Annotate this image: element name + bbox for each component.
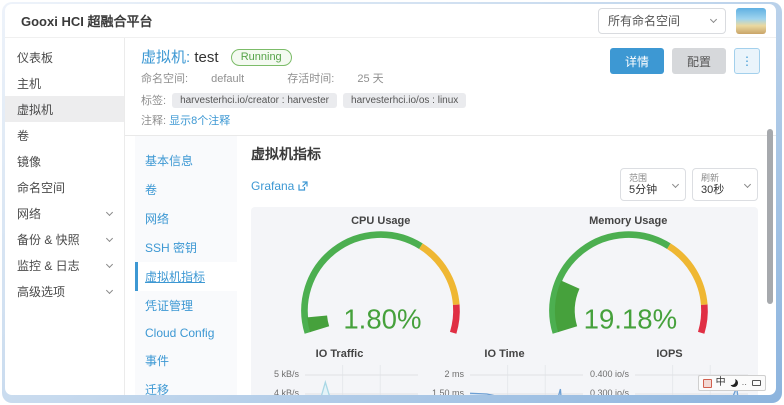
cpu-gauge-chart: 1.80% bbox=[276, 227, 485, 341]
tab-vm-metrics[interactable]: 虚拟机指标 bbox=[135, 262, 237, 291]
tab-credentials[interactable]: 凭证管理 bbox=[135, 291, 237, 320]
app-window: Gooxi HCI 超融合平台 所有命名空间 仪表板 主机 虚拟机 卷 镜像 命… bbox=[5, 4, 776, 395]
sidebar-item-networks[interactable]: 网络 bbox=[5, 200, 124, 226]
sidebar-item-images[interactable]: 镜像 bbox=[5, 148, 124, 174]
more-dots-icon[interactable]: ‥ bbox=[742, 379, 748, 387]
grafana-link[interactable]: Grafana bbox=[251, 179, 308, 193]
details-button[interactable]: 详情 bbox=[610, 48, 664, 74]
tab-ssh-keys[interactable]: SSH 密钥 bbox=[135, 233, 237, 262]
y-axis-tick-label: 0.400 io/s bbox=[590, 369, 629, 379]
namespace-select-value: 所有命名空间 bbox=[608, 12, 680, 29]
window-frame: Gooxi HCI 超融合平台 所有命名空间 仪表板 主机 虚拟机 卷 镜像 命… bbox=[2, 2, 782, 403]
sidebar-item-namespaces[interactable]: 命名空间 bbox=[5, 174, 124, 200]
refresh-value: 30秒 bbox=[701, 184, 741, 197]
iops-y-axis: 0.400 io/s0.300 io/s0.200 io/s bbox=[591, 365, 635, 395]
sidebar-item-virtual-machines[interactable]: 虚拟机 bbox=[5, 96, 124, 122]
more-options-button[interactable]: ⋮ bbox=[734, 48, 760, 74]
chevron-down-icon bbox=[744, 181, 751, 188]
annotations-row: 注释: 显示8个注释 bbox=[141, 112, 760, 128]
io-time-plot bbox=[470, 365, 583, 395]
chinese-mode-icon[interactable]: 中 bbox=[716, 378, 726, 388]
vm-name: test bbox=[194, 49, 218, 66]
memory-gauge-chart: 19.18% bbox=[524, 227, 733, 341]
sidebar-item-volumes[interactable]: 卷 bbox=[5, 122, 124, 148]
status-badge: Running bbox=[231, 49, 292, 66]
y-axis-tick-label: 5 kB/s bbox=[274, 369, 299, 379]
tab-basic-info[interactable]: 基本信息 bbox=[135, 146, 237, 175]
show-annotations-link[interactable]: 显示8个注释 bbox=[169, 115, 230, 127]
y-axis-tick-label: 2 ms bbox=[444, 369, 464, 379]
cpu-usage-gauge: CPU Usage 1.80% bbox=[257, 215, 505, 346]
ime-toolbar[interactable]: 中 ‥ bbox=[698, 375, 766, 391]
vm-detail-header: 虚拟机: test Running 命名空间: default 存活时间: 25… bbox=[125, 38, 776, 136]
keyboard-icon[interactable] bbox=[752, 380, 761, 386]
labels-row: 标签: harvesterhci.io/creator : harvester … bbox=[141, 92, 760, 108]
label-tag: harvesterhci.io/creator : harvester bbox=[172, 93, 337, 108]
metrics-panel: CPU Usage 1.80% Memory Usage 19.18% IO T… bbox=[251, 207, 758, 395]
range-value: 5分钟 bbox=[629, 184, 669, 197]
top-bar: Gooxi HCI 超融合平台 所有命名空间 bbox=[5, 4, 776, 38]
config-button[interactable]: 配置 bbox=[672, 48, 726, 74]
y-axis-tick-label: 4 kB/s bbox=[274, 388, 299, 395]
user-avatar[interactable] bbox=[736, 8, 766, 34]
svg-text:19.18%: 19.18% bbox=[583, 304, 676, 335]
external-link-icon bbox=[298, 181, 308, 191]
range-select[interactable]: 范围 5分钟 bbox=[620, 168, 686, 201]
chevron-down-icon bbox=[106, 234, 113, 241]
namespace-select[interactable]: 所有命名空间 bbox=[598, 8, 726, 34]
y-axis-tick-label: 1.50 ms bbox=[432, 388, 464, 395]
sidebar-item-hosts[interactable]: 主机 bbox=[5, 70, 124, 96]
resource-type-label[interactable]: 虚拟机: bbox=[141, 49, 190, 66]
scrollbar-thumb[interactable] bbox=[767, 129, 773, 304]
memory-usage-gauge: Memory Usage 19.18% bbox=[505, 215, 753, 346]
sidebar: 仪表板 主机 虚拟机 卷 镜像 命名空间 网络 备份 & 快照 监控 & 日志 … bbox=[5, 38, 125, 395]
main-area: 虚拟机: test Running 命名空间: default 存活时间: 25… bbox=[125, 38, 776, 395]
y-axis-tick-label: 0.300 io/s bbox=[590, 388, 629, 395]
chevron-down-icon bbox=[106, 260, 113, 267]
tab-migration[interactable]: 迁移 bbox=[135, 375, 237, 395]
chevron-down-icon bbox=[106, 286, 113, 293]
refresh-select[interactable]: 刷新 30秒 bbox=[692, 168, 758, 201]
sidebar-item-dashboard[interactable]: 仪表板 bbox=[5, 44, 124, 70]
metrics-content: 虚拟机指标 Grafana 范围 5分钟 bbox=[237, 136, 776, 395]
label-tag: harvesterhci.io/os : linux bbox=[343, 93, 466, 108]
chevron-down-icon bbox=[710, 16, 717, 23]
range-label: 范围 bbox=[629, 172, 669, 184]
vm-detail-subnav: 基本信息 卷 网络 SSH 密钥 虚拟机指标 凭证管理 Cloud Config… bbox=[135, 136, 237, 395]
refresh-label: 刷新 bbox=[701, 172, 741, 184]
sidebar-item-advanced[interactable]: 高级选项 bbox=[5, 278, 124, 304]
io-traffic-chart: IO Traffic 5 kB/s4 kB/s3 kB/s bbox=[257, 348, 422, 395]
ellipsis-icon: ⋮ bbox=[741, 54, 753, 68]
tab-cloud-config[interactable]: Cloud Config bbox=[135, 320, 237, 346]
io-traffic-y-axis: 5 kB/s4 kB/s3 kB/s bbox=[261, 365, 305, 395]
chevron-down-icon bbox=[106, 208, 113, 215]
tab-volumes[interactable]: 卷 bbox=[135, 175, 237, 204]
sidebar-item-backup-snapshot[interactable]: 备份 & 快照 bbox=[5, 226, 124, 252]
io-time-chart: IO Time 2 ms1.50 ms1 ms bbox=[422, 348, 587, 395]
tab-networks[interactable]: 网络 bbox=[135, 204, 237, 233]
io-traffic-plot bbox=[305, 365, 418, 395]
sidebar-item-monitoring-logs[interactable]: 监控 & 日志 bbox=[5, 252, 124, 278]
labels-label: 标签: bbox=[141, 92, 166, 108]
svg-text:1.80%: 1.80% bbox=[344, 304, 422, 335]
app-title: Gooxi HCI 超融合平台 bbox=[21, 11, 598, 30]
chevron-down-icon bbox=[672, 181, 679, 188]
annotations-label: 注释: bbox=[141, 115, 166, 127]
input-method-icon[interactable] bbox=[703, 379, 712, 388]
tab-events[interactable]: 事件 bbox=[135, 346, 237, 375]
io-time-y-axis: 2 ms1.50 ms1 ms bbox=[426, 365, 470, 395]
moon-icon[interactable] bbox=[730, 379, 738, 387]
metrics-title: 虚拟机指标 bbox=[251, 144, 758, 164]
